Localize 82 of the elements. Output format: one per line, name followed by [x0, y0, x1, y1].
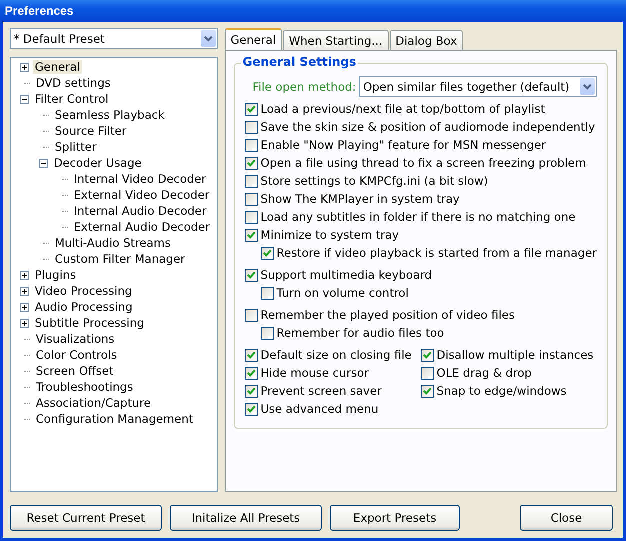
dialog-button[interactable]: Reset Current Preset	[10, 505, 162, 531]
checkbox[interactable]	[244, 348, 258, 362]
tree-item[interactable]: Internal Video Decoder	[72, 172, 208, 186]
tree-item[interactable]: Video Processing	[33, 284, 134, 298]
tree-item[interactable]: Troubleshootings	[34, 380, 136, 394]
tree-item[interactable]: Splitter	[53, 140, 99, 154]
tab[interactable]: General	[224, 28, 282, 50]
expand-icon[interactable]	[20, 286, 29, 296]
expand-icon[interactable]	[20, 318, 29, 328]
tree-item[interactable]: DVD settings	[34, 76, 113, 90]
tree-item[interactable]: Association/Capture	[34, 396, 154, 410]
expand-icon[interactable]	[20, 270, 29, 280]
tree-item[interactable]: Visualizations	[34, 332, 117, 346]
checkbox-label[interactable]: Support multimedia keyboard	[260, 268, 432, 282]
checkbox-label[interactable]: Load any subtitles in folder if there is no matching one	[260, 210, 576, 224]
tree-item[interactable]: Screen Offset	[34, 364, 116, 378]
collapse-icon[interactable]	[39, 158, 48, 168]
tree-item[interactable]: External Video Decoder	[72, 188, 212, 202]
checkbox[interactable]	[244, 366, 258, 380]
tree-item[interactable]: Multi-Audio Streams	[53, 236, 173, 250]
checkbox-label[interactable]: Store settings to KMPCfg.ini (a bit slow)	[260, 174, 488, 188]
dialog-button[interactable]: Export Presets	[330, 505, 460, 531]
checkbox[interactable]	[244, 308, 258, 322]
checkbox[interactable]	[244, 156, 258, 170]
checkbox[interactable]	[244, 174, 258, 188]
checkbox[interactable]	[420, 384, 434, 398]
tree-item[interactable]: Internal Audio Decoder	[72, 204, 209, 218]
checkbox[interactable]	[244, 402, 258, 416]
checkbox-label[interactable]: OLE drag & drop	[436, 366, 532, 380]
checkbox-label[interactable]: Turn on volume control	[276, 286, 409, 300]
file-open-method-dropdown[interactable]: Open similar files together (default)	[359, 76, 597, 97]
checkbox[interactable]	[244, 268, 258, 282]
tree-item[interactable]: Color Controls	[34, 348, 120, 362]
checkbox-label[interactable]: Default size on closing file	[260, 348, 412, 362]
expand-icon[interactable]	[20, 62, 29, 72]
checkbox[interactable]	[244, 210, 258, 224]
tab[interactable]: Dialog Box	[390, 30, 464, 50]
checkbox-label[interactable]: Disallow multiple instances	[436, 348, 594, 362]
checkbox-label[interactable]: Show The KMPlayer in system tray	[260, 192, 460, 206]
tree-item[interactable]: Seamless Playback	[53, 108, 167, 122]
checkbox-label[interactable]: Remember for audio files too	[276, 326, 444, 340]
checkbox-label[interactable]: Use advanced menu	[260, 402, 379, 416]
checkbox-label[interactable]: Hide mouse cursor	[260, 366, 369, 380]
checkbox-label[interactable]: Load a previous/next file at top/bottom of playlist	[260, 102, 546, 116]
tree-item[interactable]: General	[33, 60, 82, 74]
checkbox-label[interactable]: Open a file using thread to fix a screen freezing problem	[260, 156, 586, 170]
checkbox[interactable]	[244, 138, 258, 152]
group-title: General Settings	[240, 55, 358, 69]
checkbox[interactable]	[244, 192, 258, 206]
tree-item[interactable]: Decoder Usage	[52, 156, 144, 170]
field-label: File open method:	[252, 80, 356, 94]
dialog-button[interactable]: Initalize All Presets	[170, 505, 322, 531]
preset-dropdown[interactable]: * Default Preset	[10, 28, 218, 49]
checkbox[interactable]	[244, 102, 258, 116]
expand-icon[interactable]	[20, 302, 29, 312]
tree-item[interactable]: Configuration Management	[34, 412, 196, 426]
dialog-button[interactable]: Close	[520, 505, 613, 531]
checkbox[interactable]	[420, 366, 434, 380]
checkbox-label[interactable]: Snap to edge/windows	[436, 384, 567, 398]
tree-item[interactable]: Plugins	[33, 268, 78, 282]
checkbox-label[interactable]: Save the skin size & position of audiomode independently	[260, 120, 596, 134]
checkbox[interactable]	[260, 326, 274, 340]
tree-item[interactable]: Source Filter	[53, 124, 129, 138]
collapse-icon[interactable]	[20, 94, 29, 104]
tree-item[interactable]: External Audio Decoder	[72, 220, 212, 234]
checkbox[interactable]	[244, 228, 258, 242]
checkbox-label[interactable]: Minimize to system tray	[260, 228, 400, 242]
tree-item[interactable]: Subtitle Processing	[33, 316, 146, 330]
tree-item[interactable]: Filter Control	[33, 92, 111, 106]
checkbox-label[interactable]: Remember the played position of video files	[260, 308, 515, 322]
window-title: Preferences	[5, 4, 74, 18]
tree-item[interactable]: Custom Filter Manager	[53, 252, 188, 266]
checkbox[interactable]	[260, 286, 274, 300]
checkbox[interactable]	[260, 246, 274, 260]
checkbox-label[interactable]: Restore if video playback is started from a file manager	[276, 246, 597, 260]
checkbox[interactable]	[244, 120, 258, 134]
checkbox-label[interactable]: Enable "Now Playing" feature for MSN messenger	[260, 138, 546, 152]
tree-item[interactable]: Audio Processing	[33, 300, 135, 314]
checkbox-label[interactable]: Prevent screen saver	[260, 384, 382, 398]
checkbox[interactable]	[244, 384, 258, 398]
tab[interactable]: When Starting...	[283, 30, 389, 50]
checkbox[interactable]	[420, 348, 434, 362]
